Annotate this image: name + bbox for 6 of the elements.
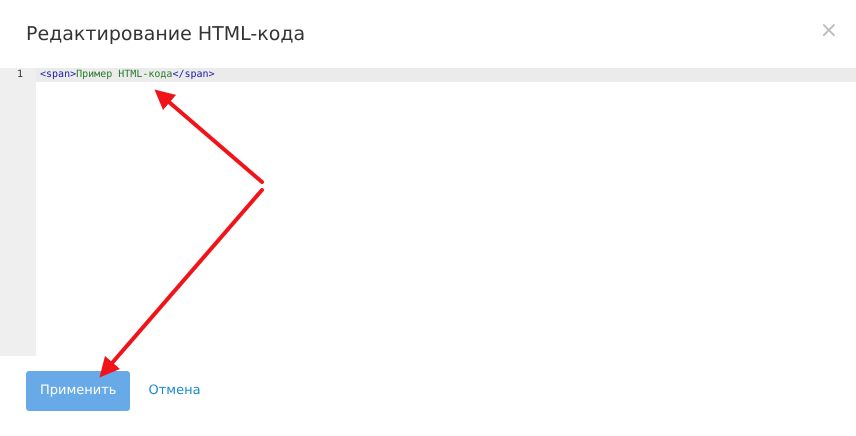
code-line: <span>Пример HTML-кода</span> <box>39 68 215 82</box>
dialog-title: Редактирование HTML-кода <box>26 23 306 45</box>
line-number: 1 <box>16 68 24 82</box>
apply-button[interactable]: Применить <box>26 371 130 410</box>
close-button[interactable]: × <box>820 20 838 42</box>
cancel-link[interactable]: Отмена <box>148 381 201 400</box>
